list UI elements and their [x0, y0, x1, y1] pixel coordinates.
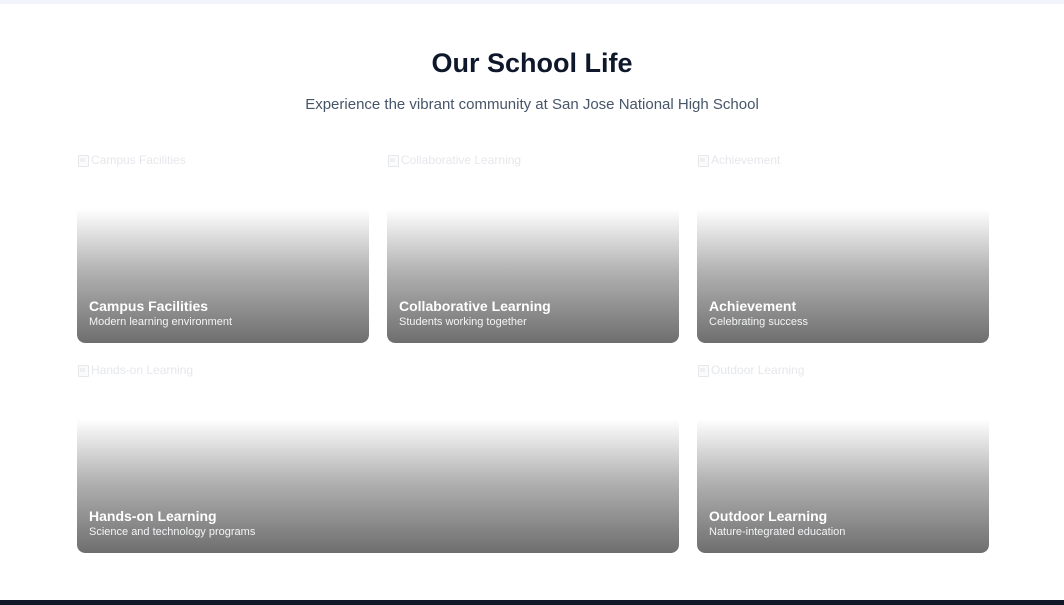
gallery-card-outdoor-learning[interactable]: Outdoor Learning Outdoor Learning Nature…	[697, 361, 989, 553]
gallery-card-hands-on-learning[interactable]: Hands-on Learning Hands-on Learning Scie…	[77, 361, 679, 553]
card-description: Modern learning environment	[89, 316, 233, 328]
card-caption: Outdoor Learning Nature-integrated educa…	[709, 507, 845, 539]
image-alt-text-row: Outdoor Learning	[697, 361, 804, 379]
card-caption: Campus Facilities Modern learning enviro…	[89, 297, 232, 329]
image-alt-text: Achievement	[711, 153, 781, 167]
header-bottom-edge	[0, 0, 1064, 4]
card-description: Celebrating success	[709, 316, 809, 328]
card-description: Science and technology programs	[89, 526, 256, 538]
card-title: Hands-on Learning	[89, 508, 217, 524]
broken-image-icon	[387, 153, 399, 167]
gallery-card-campus-facilities[interactable]: Campus Facilities Campus Facilities Mode…	[77, 151, 369, 343]
card-description: Students working together	[399, 316, 527, 328]
gallery-card-achievement[interactable]: Achievement Achievement Celebrating succ…	[697, 151, 989, 343]
image-alt-text: Campus Facilities	[91, 153, 186, 167]
image-alt-text: Outdoor Learning	[711, 363, 805, 377]
broken-image-icon	[697, 153, 709, 167]
card-caption: Achievement Celebrating success	[709, 297, 808, 329]
broken-image-icon	[77, 153, 89, 167]
card-description: Nature-integrated education	[709, 526, 846, 538]
image-alt-text: Hands-on Learning	[91, 363, 194, 377]
image-alt-text-row: Hands-on Learning	[77, 361, 193, 379]
image-alt-text-row: Achievement	[697, 151, 780, 169]
broken-image-icon	[77, 363, 89, 377]
footer-top-edge	[0, 600, 1064, 605]
image-alt-text-row: Collaborative Learning	[387, 151, 521, 169]
image-alt-text: Collaborative Learning	[401, 153, 522, 167]
broken-image-icon	[697, 363, 709, 377]
image-alt-text-row: Campus Facilities	[77, 151, 186, 169]
card-title: Achievement	[709, 298, 797, 314]
section-title: Our School Life	[431, 48, 633, 78]
card-title: Outdoor Learning	[709, 508, 828, 524]
card-caption: Hands-on Learning Science and technology…	[89, 507, 255, 539]
card-caption: Collaborative Learning Students working …	[399, 297, 551, 329]
card-title: Campus Facilities	[89, 298, 209, 314]
section-subtitle: Experience the vibrant community at San …	[305, 96, 759, 113]
gallery-card-collaborative-learning[interactable]: Collaborative Learning Collaborative Lea…	[387, 151, 679, 343]
card-title: Collaborative Learning	[399, 298, 551, 314]
